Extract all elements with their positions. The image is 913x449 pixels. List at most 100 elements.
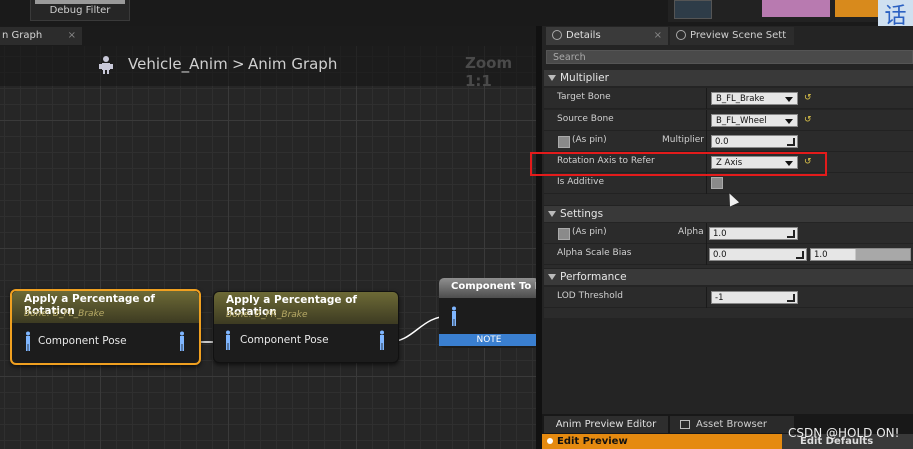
- multiplier-value: 0.0: [715, 137, 729, 147]
- row-target-bone: Target Bone B_FL_Brake ↺: [544, 88, 913, 109]
- source-bone-value: B_FL_Wheel: [716, 116, 767, 126]
- tab-anim-preview-editor[interactable]: Anim Preview Editor: [544, 416, 668, 433]
- pin-label: Component Pose: [240, 334, 329, 346]
- row-source-bone: Source Bone B_FL_Wheel ↺: [544, 110, 913, 131]
- skeleton-thumbnail[interactable]: [674, 0, 712, 19]
- section-multiplier-label: Multiplier: [560, 72, 609, 84]
- details-icon: i: [552, 30, 562, 40]
- component-to-local-node[interactable]: Component To Loc NOTE: [439, 278, 536, 348]
- pose-pin-icon[interactable]: [450, 306, 458, 326]
- preview-scene-icon: i: [676, 30, 686, 40]
- column-divider[interactable]: [706, 110, 707, 131]
- debug-filter-label: Debug Filter: [49, 5, 111, 16]
- as-pin-label: (As pin): [572, 135, 607, 145]
- lod-threshold-label: LOD Threshold: [557, 291, 623, 301]
- alpha-label: Alpha: [678, 227, 704, 237]
- bias-min-value: 0.0: [713, 250, 727, 260]
- column-divider[interactable]: [706, 244, 707, 265]
- alpha-scale-bias-label: Alpha Scale Bias: [557, 248, 632, 258]
- lod-threshold-input[interactable]: -1: [711, 291, 798, 304]
- pose-output-pin-icon[interactable]: [378, 330, 386, 350]
- source-bone-label: Source Bone: [557, 114, 614, 124]
- tab-details-label: Details: [566, 30, 601, 41]
- toolbar-overlay-orange: [835, 0, 878, 17]
- resize-handle-icon: [787, 230, 795, 238]
- resize-handle-icon: [796, 251, 804, 259]
- close-icon[interactable]: ×: [68, 27, 76, 45]
- row-alpha-scale-bias: Alpha Scale Bias 0.0 1.0: [544, 244, 913, 265]
- bias-max-value: 1.0: [814, 250, 828, 260]
- radio-dot-icon: [547, 438, 553, 444]
- target-bone-value: B_FL_Brake: [716, 94, 765, 104]
- section-multiplier[interactable]: Multiplier: [544, 70, 913, 86]
- debug-filter-bar: [35, 0, 125, 4]
- multiplier-as-pin-checkbox[interactable]: [558, 136, 570, 148]
- apply-percentage-rotation-node-brake-fr[interactable]: Apply a Percentage of Rotation Bone: B_F…: [213, 291, 399, 363]
- pose-output-pin-icon[interactable]: [178, 331, 186, 351]
- debug-filter-button[interactable]: Debug Filter: [30, 0, 130, 21]
- details-footer-spacer: [544, 308, 913, 318]
- tab-preview-label: Preview Scene Sett: [690, 30, 787, 41]
- collapse-arrow-icon[interactable]: [548, 211, 556, 217]
- as-pin-label: (As pin): [572, 227, 607, 237]
- node-subtitle: Bone: B_FL_Brake: [24, 309, 105, 319]
- node-note-bar: NOTE: [439, 334, 536, 346]
- node-subtitle: Bone: B_FR_Brake: [226, 310, 308, 320]
- is-additive-checkbox[interactable]: [711, 177, 723, 189]
- reset-to-default-icon[interactable]: ↺: [804, 94, 812, 103]
- row-multiplier: (As pin) Multiplier 0.0: [544, 131, 913, 152]
- asset-browser-icon: [680, 419, 690, 429]
- pin-label: Component Pose: [38, 335, 127, 347]
- section-performance[interactable]: Performance: [544, 269, 913, 285]
- alpha-value: 1.0: [713, 229, 727, 239]
- row-is-additive: Is Additive: [544, 173, 913, 194]
- details-search-input[interactable]: Search: [546, 50, 913, 64]
- alpha-as-pin-checkbox[interactable]: [558, 228, 570, 240]
- column-divider[interactable]: [706, 173, 707, 194]
- section-settings-label: Settings: [560, 208, 604, 220]
- row-lod-threshold: LOD Threshold -1: [544, 287, 913, 308]
- collapse-arrow-icon[interactable]: [548, 274, 556, 280]
- column-divider[interactable]: [706, 287, 707, 308]
- tab-asset-browser[interactable]: Asset Browser: [670, 416, 794, 433]
- alpha-scale-bias-min-input[interactable]: 0.0: [709, 248, 807, 261]
- chevron-down-icon: [785, 119, 793, 124]
- anim-graph-canvas[interactable]: Vehicle_Anim > Anim Graph Zoom 1:1 Apply…: [0, 46, 536, 449]
- pose-wires: [188, 315, 451, 343]
- column-divider[interactable]: [706, 88, 707, 109]
- source-bone-combo[interactable]: B_FL_Wheel: [711, 114, 798, 127]
- lod-threshold-value: -1: [715, 293, 724, 303]
- column-divider[interactable]: [706, 223, 707, 244]
- section-settings[interactable]: Settings: [544, 206, 913, 222]
- resize-handle-icon: [787, 138, 795, 146]
- section-performance-label: Performance: [560, 271, 627, 283]
- tab-details[interactable]: i Details ×: [546, 27, 668, 45]
- close-icon[interactable]: ×: [654, 27, 662, 45]
- pose-pin-icon[interactable]: [24, 331, 32, 351]
- node-title: Component To Loc: [451, 281, 536, 292]
- tab-anim-graph[interactable]: n Graph ×: [0, 27, 82, 45]
- tab-preview-scene-settings[interactable]: i Preview Scene Sett: [670, 27, 794, 45]
- multiplier-label: Multiplier: [662, 135, 704, 145]
- multiplier-input[interactable]: 0.0: [711, 135, 798, 148]
- toolbar-overlay-pink: [762, 0, 830, 17]
- tab-asset-browser-label: Asset Browser: [696, 419, 768, 430]
- alpha-scale-bias-max-input[interactable]: 1.0: [810, 248, 911, 261]
- edit-preview-button[interactable]: Edit Preview: [542, 434, 782, 449]
- target-bone-label: Target Bone: [557, 92, 611, 102]
- edit-preview-label: Edit Preview: [557, 436, 628, 447]
- collapse-arrow-icon[interactable]: [548, 75, 556, 81]
- rotation-axis-highlight-box: [530, 152, 827, 176]
- watermark: CSDN @HOLD ON!: [788, 426, 900, 440]
- reset-to-default-icon[interactable]: ↺: [804, 116, 812, 125]
- row-alpha: (As pin) Alpha 1.0: [544, 223, 913, 244]
- tab-anim-graph-label: n Graph: [2, 30, 43, 41]
- column-divider[interactable]: [706, 131, 707, 152]
- alpha-input[interactable]: 1.0: [709, 227, 798, 240]
- pose-pin-icon[interactable]: [224, 330, 232, 350]
- chevron-down-icon: [785, 97, 793, 102]
- apply-percentage-rotation-node-brake-fl[interactable]: Apply a Percentage of Rotation Bone: B_F…: [10, 289, 201, 365]
- is-additive-label: Is Additive: [557, 177, 605, 187]
- resize-handle-icon: [787, 294, 795, 302]
- target-bone-combo[interactable]: B_FL_Brake: [711, 92, 798, 105]
